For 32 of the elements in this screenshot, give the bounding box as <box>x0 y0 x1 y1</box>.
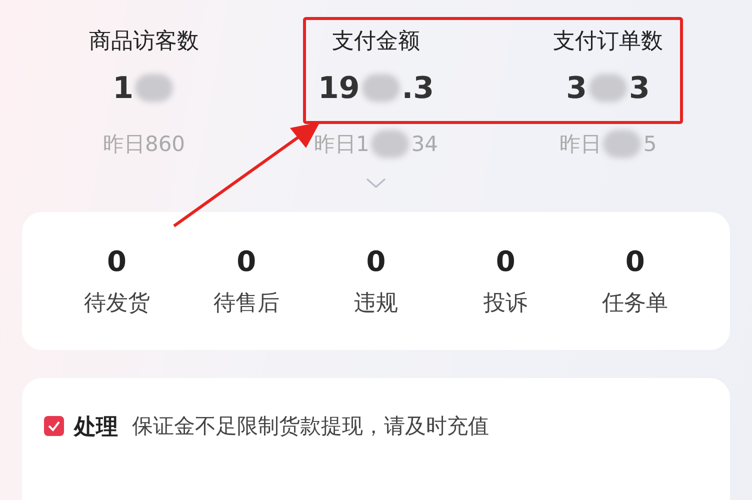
stat-yesterday: 34 <box>411 132 438 156</box>
stat-label: 商品访客数 <box>89 28 199 56</box>
stat-value: 3 <box>629 70 650 106</box>
blurred-mark <box>362 74 400 102</box>
blurred-mark <box>371 130 410 158</box>
task-count: 0 <box>107 244 127 278</box>
stat-value: 1 <box>112 70 134 106</box>
stat-value: .3 <box>402 70 434 106</box>
stat-yesterday: 昨日 <box>559 131 602 158</box>
stat-yesterday: 5 <box>643 132 657 156</box>
task-label: 违规 <box>354 290 398 318</box>
chevron-down-icon[interactable] <box>366 178 386 188</box>
task-label: 待售后 <box>213 290 280 318</box>
blurred-mark <box>135 74 174 102</box>
task-label: 投诉 <box>484 290 528 318</box>
notice-text: 保证金不足限制货款提现，请及时充值 <box>132 413 489 440</box>
check-icon <box>44 416 64 436</box>
stat-value: 3 <box>566 70 587 106</box>
stat-value: 19 <box>318 70 360 106</box>
blurred-mark <box>589 74 627 102</box>
task-count: 0 <box>496 244 516 278</box>
task-count: 0 <box>625 244 645 278</box>
stat-yesterday: 昨日1 <box>314 131 370 158</box>
task-count: 0 <box>236 244 256 278</box>
task-count: 0 <box>366 244 386 278</box>
stat-label: 支付订单数 <box>553 28 663 56</box>
stat-label: 支付金额 <box>332 28 420 56</box>
blurred-mark <box>603 130 642 158</box>
notice-tag: 处理 <box>74 412 118 442</box>
stat-yesterday: 昨日860 <box>102 131 186 158</box>
task-label: 待发货 <box>84 290 150 318</box>
task-label: 任务单 <box>602 290 668 318</box>
